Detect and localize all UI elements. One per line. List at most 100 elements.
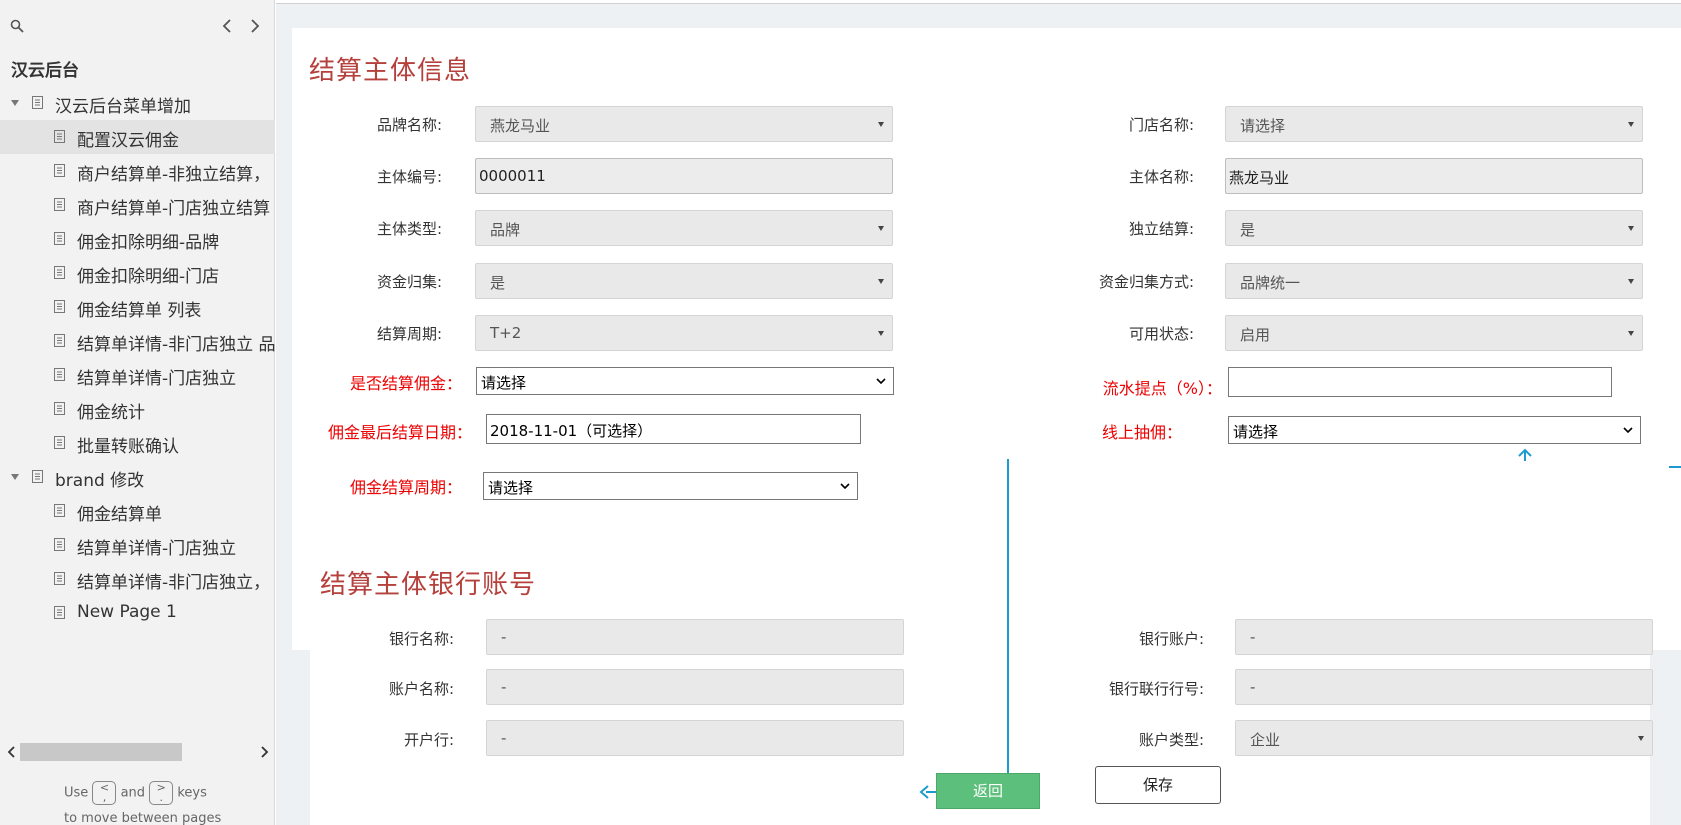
- label-status: 可用状态:: [1128, 325, 1194, 343]
- scrollbar-thumb[interactable]: [20, 743, 182, 761]
- dropdown-arrow-icon: [878, 226, 884, 231]
- page-icon: [54, 300, 65, 313]
- tree-page-item[interactable]: 佣金扣除明细-品牌: [0, 222, 275, 256]
- entity-no-field[interactable]: 0000011: [475, 158, 893, 194]
- store-name-select[interactable]: 请选择: [1225, 106, 1643, 142]
- page-icon: [54, 504, 65, 517]
- bank-code-field[interactable]: -: [1235, 669, 1653, 705]
- tree-page-item[interactable]: New Page 1: [0, 596, 275, 626]
- back-button[interactable]: 返回: [936, 773, 1040, 809]
- account-name-field[interactable]: -: [486, 669, 904, 705]
- tree-item-label: 商户结算单-非独立结算，: [77, 165, 271, 185]
- scroll-left-icon[interactable]: [4, 744, 20, 760]
- chevron-left-icon[interactable]: [216, 14, 238, 38]
- arrow-left-icon: [919, 785, 929, 799]
- settle-cycle-select[interactable]: T+2: [475, 315, 893, 351]
- page-icon: [54, 334, 65, 347]
- sidebar-title: 汉云后台: [11, 61, 79, 81]
- help-line: Use <, and >. keys: [64, 781, 207, 805]
- chevron-down-icon: [876, 378, 886, 385]
- tree-item-label: 佣金统计: [77, 403, 145, 423]
- label-flow-rate: 流水提点（%）：: [1102, 379, 1222, 398]
- chevron-right-icon[interactable]: [244, 14, 266, 38]
- tree-page-item[interactable]: 结算单详情-门店独立: [0, 358, 275, 392]
- horizontal-scrollbar[interactable]: [0, 741, 275, 763]
- fund-method-select[interactable]: 品牌统一: [1225, 263, 1643, 299]
- label-brand-name: 品牌名称:: [376, 116, 442, 134]
- tree-item-label: 佣金结算单: [77, 505, 162, 525]
- bank-name-field[interactable]: -: [486, 619, 904, 655]
- tree-item-label: 结算单详情-非门店独立，: [77, 573, 271, 593]
- tree-page-item[interactable]: 佣金统计: [0, 392, 275, 426]
- tree-page-item[interactable]: 佣金扣除明细-门店: [0, 256, 275, 290]
- label-entity-name: 主体名称:: [1128, 168, 1194, 186]
- scroll-right-icon[interactable]: [256, 744, 272, 760]
- page-icon: [54, 130, 65, 143]
- app-window: 汉云后台 汉云后台菜单增加 配置汉云佣金商户结算单-非独立结算， 商户结算单-门店独…: [0, 0, 1681, 825]
- status-select[interactable]: 启用: [1225, 315, 1643, 351]
- search-icon[interactable]: [10, 18, 24, 33]
- tree-page-item[interactable]: 结算单详情-非门店独立，: [0, 562, 275, 596]
- account-type-value: 企业: [1250, 731, 1281, 749]
- online-commission-value: 请选择: [1233, 423, 1279, 441]
- page-icon: [54, 368, 65, 381]
- fund-collect-value: 是: [490, 274, 506, 292]
- commission-cycle-select[interactable]: 请选择: [483, 472, 858, 500]
- dropdown-arrow-icon: [1628, 122, 1634, 127]
- tree-page-item[interactable]: 结算单详情-非门店独立 品: [0, 324, 275, 358]
- label-fund-method: 资金归集方式:: [1098, 273, 1194, 291]
- dropdown-arrow-icon: [878, 331, 884, 336]
- section-title-entity-info: 结算主体信息: [309, 56, 472, 86]
- arrow-up-icon: [1518, 448, 1532, 461]
- label-entity-type: 主体类型:: [376, 220, 442, 238]
- entity-type-select[interactable]: 品牌: [475, 210, 893, 246]
- flow-rate-input[interactable]: [1228, 367, 1612, 397]
- entity-name-field[interactable]: 燕龙马业: [1225, 158, 1643, 194]
- tree-item-label: 结算单详情-门店独立: [77, 369, 237, 389]
- save-button[interactable]: 保存: [1095, 766, 1221, 804]
- page-icon: [32, 470, 43, 483]
- settle-cycle-value: T+2: [490, 324, 522, 342]
- label-store-name: 门店名称:: [1128, 116, 1194, 134]
- tree-page-item[interactable]: 商户结算单-非独立结算，: [0, 154, 275, 188]
- key-next-bottom: .: [159, 791, 163, 804]
- section-title-bank-account: 结算主体银行账号: [320, 570, 537, 600]
- tree-item-label: 商户结算单-门店独立结算: [77, 199, 271, 219]
- open-bank-field[interactable]: -: [486, 720, 904, 756]
- independent-select[interactable]: 是: [1225, 210, 1643, 246]
- label-bank-name: 银行名称:: [388, 630, 454, 648]
- tree-page-item[interactable]: 佣金结算单: [0, 494, 275, 528]
- label-bank-account: 银行账户:: [1138, 630, 1204, 648]
- dropdown-arrow-icon: [1628, 226, 1634, 231]
- sidebar: 汉云后台 汉云后台菜单增加 配置汉云佣金商户结算单-非独立结算， 商户结算单-门店独…: [0, 0, 275, 825]
- page-icon: [54, 538, 65, 551]
- tree-page-item[interactable]: 批量转账确认: [0, 426, 275, 460]
- last-date-input[interactable]: 2018-11-01（可选择）: [486, 414, 861, 444]
- tree-page-item[interactable]: 结算单详情-门店独立: [0, 528, 275, 562]
- entity-type-value: 品牌: [490, 221, 521, 239]
- caret-down-icon[interactable]: [10, 472, 20, 482]
- tree-item-label: 结算单详情-非门店独立 品: [77, 335, 275, 355]
- caret-down-icon[interactable]: [10, 98, 20, 108]
- key-next-badge: >.: [149, 781, 174, 805]
- label-entity-no: 主体编号:: [376, 168, 442, 186]
- tree-item-label: 佣金扣除明细-门店: [77, 267, 220, 287]
- key-prev-badge: <,: [92, 781, 117, 805]
- tree-item-label: New Page 1: [77, 602, 177, 622]
- brand-name-select[interactable]: 燕龙马业: [475, 106, 893, 142]
- settle-commission-select[interactable]: 请选择: [476, 367, 894, 395]
- online-commission-select[interactable]: 请选择: [1228, 416, 1641, 444]
- fund-collect-select[interactable]: 是: [475, 263, 893, 299]
- help-text-and: and: [120, 785, 146, 801]
- account-type-select[interactable]: 企业: [1235, 720, 1653, 756]
- fund-method-value: 品牌统一: [1240, 274, 1301, 292]
- help-line-2: to move between pages: [64, 811, 222, 825]
- tree-folder[interactable]: brand 修改: [0, 460, 275, 494]
- tree-page-item[interactable]: 商户结算单-门店独立结算: [0, 188, 275, 222]
- tree-page-item[interactable]: 佣金结算单 列表: [0, 290, 275, 324]
- tree-page-item[interactable]: 配置汉云佣金: [0, 120, 275, 154]
- flow-connector-stub: [1669, 466, 1681, 468]
- tree-folder[interactable]: 汉云后台菜单增加: [0, 86, 275, 120]
- bank-account-field[interactable]: -: [1235, 619, 1653, 655]
- label-account-type: 账户类型:: [1138, 731, 1204, 749]
